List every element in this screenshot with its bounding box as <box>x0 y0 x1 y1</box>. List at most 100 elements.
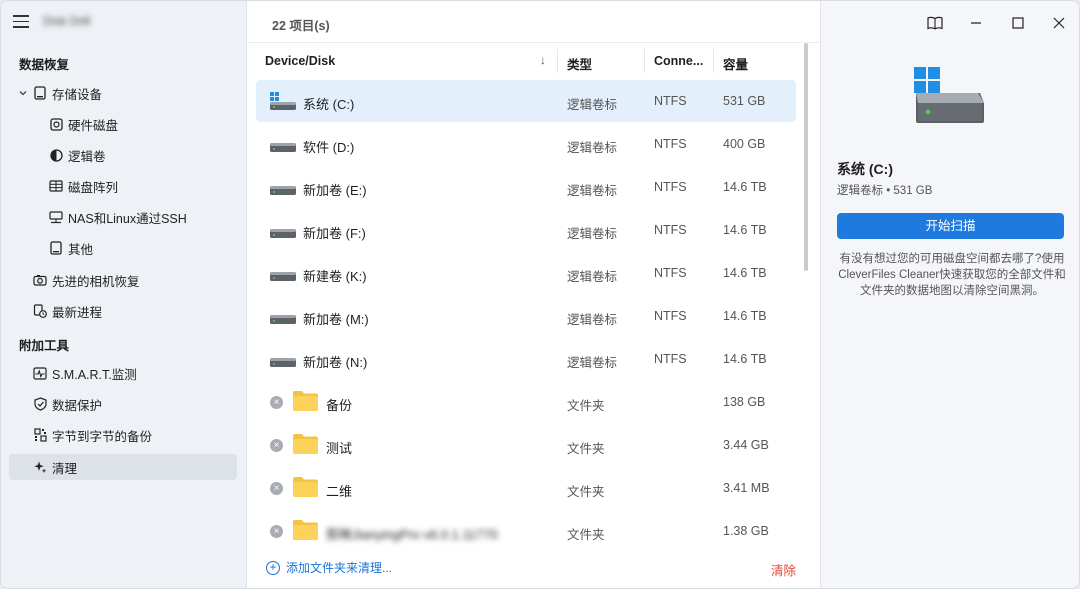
folder-size: 3.44 GB <box>723 438 769 452</box>
folder-name: 备份 <box>326 398 353 413</box>
selected-drive-name: 系统 (C:) <box>837 161 893 177</box>
table-row[interactable]: × 备份 文件夹 138 GB <box>256 381 796 423</box>
sidebar-item-label: 最新进程 <box>52 305 103 320</box>
drive-size: 400 GB <box>723 137 766 151</box>
table-row[interactable]: × 二维 文件夹 3.41 MB <box>256 467 796 509</box>
remove-folder-icon[interactable]: × <box>270 482 283 495</box>
sidebar-item-label: 硬件磁盘 <box>68 118 119 133</box>
column-connection[interactable]: Conne... <box>654 54 703 68</box>
minimize-icon[interactable] <box>964 11 988 35</box>
hamburger-menu-icon[interactable] <box>13 15 29 29</box>
maximize-icon[interactable] <box>1006 11 1030 35</box>
add-folder-link[interactable]: + 添加文件夹来清理... <box>266 559 392 576</box>
windows-drive-icon <box>270 92 296 110</box>
list-footer: + 添加文件夹来清理... 清除 <box>248 549 820 587</box>
table-row[interactable]: 新加卷 (M:) 逻辑卷标 NTFS 14.6 TB <box>256 295 796 337</box>
drive-name: 软件 (D:) <box>303 140 355 155</box>
table-row[interactable]: 新加卷 (N:) 逻辑卷标 NTFS 14.6 TB <box>256 338 796 380</box>
drive-size: 531 GB <box>723 94 766 108</box>
drive-filesystem: NTFS <box>654 180 687 194</box>
main-header: 22 项目(s) <box>248 1 820 43</box>
table-row[interactable]: 新建卷 (K:) 逻辑卷标 NTFS 14.6 TB <box>256 252 796 294</box>
drive-size: 14.6 TB <box>723 352 767 366</box>
section-tools-heading: 附加工具 <box>19 339 70 353</box>
sort-arrow-down-icon[interactable]: ↓ <box>540 53 546 67</box>
column-header-row: Device/Disk ↓ 类型 Conne... 容量 <box>248 43 808 79</box>
folder-icon <box>293 520 318 540</box>
selected-drive-info: 逻辑卷标 • 531 GB <box>837 185 933 197</box>
column-device[interactable]: Device/Disk <box>265 54 335 68</box>
scrollbar-thumb[interactable] <box>804 43 808 271</box>
sidebar-item-data-protection[interactable]: 数据保护 <box>33 391 102 417</box>
app-window: Disk Drill 数据恢复 存储设备 硬件磁盘 逻辑卷 磁盘阵列 NAS和L… <box>0 0 1080 589</box>
drive-name: 新加卷 (N:) <box>303 355 368 370</box>
folder-icon <box>293 477 318 497</box>
section-recovery-heading: 数据恢复 <box>19 58 70 72</box>
details-panel: 系统 (C:) 逻辑卷标 • 531 GB 开始扫描 有没有想过您的可用磁盘空间… <box>820 1 1079 588</box>
folder-icon <box>293 391 318 411</box>
sidebar-item-label: 清理 <box>52 461 78 476</box>
close-icon[interactable] <box>1047 11 1071 35</box>
drive-size: 14.6 TB <box>723 266 767 280</box>
table-row[interactable]: 新加卷 (F:) 逻辑卷标 NTFS 14.6 TB <box>256 209 796 251</box>
chevron-down-icon[interactable] <box>18 88 28 98</box>
column-divider[interactable] <box>713 49 714 73</box>
folder-type: 文件夹 <box>567 442 605 456</box>
remove-folder-icon[interactable]: × <box>270 525 283 538</box>
add-folder-label: 添加文件夹来清理... <box>286 561 393 575</box>
main-panel: 22 项目(s) Device/Disk ↓ 类型 Conne... 容量 系统… <box>248 1 820 588</box>
folder-size: 3.41 MB <box>723 481 770 495</box>
sidebar-item-other[interactable]: 其他 <box>49 235 93 261</box>
folder-type: 文件夹 <box>567 399 605 413</box>
sidebar-item-label: 字节到字节的备份 <box>52 429 153 444</box>
start-scan-button[interactable]: 开始扫描 <box>837 213 1064 239</box>
remove-folder-icon[interactable]: × <box>270 396 283 409</box>
column-divider[interactable] <box>557 49 558 73</box>
sidebar-header: Disk Drill <box>1 1 247 43</box>
folder-size: 1.38 GB <box>723 524 769 538</box>
table-row[interactable]: 新加卷 (E:) 逻辑卷标 NTFS 14.6 TB <box>256 166 796 208</box>
plus-circle-icon: + <box>266 560 280 575</box>
drive-icon <box>270 229 296 238</box>
sidebar-item-label: 其他 <box>68 242 94 257</box>
drive-icon <box>270 315 296 324</box>
folder-name: 剪映JianyingPro v6.0.1.11770 <box>326 527 498 542</box>
sidebar-item-label: 数据保护 <box>52 398 103 413</box>
sidebar-item-label: 存储设备 <box>52 87 103 102</box>
sidebar-item-camera-recovery[interactable]: 先进的相机恢复 <box>33 267 140 293</box>
sidebar-item-raid[interactable]: 磁盘阵列 <box>49 173 118 199</box>
drive-name: 新建卷 (K:) <box>303 269 367 284</box>
drive-name: 新加卷 (F:) <box>303 226 366 241</box>
remove-folder-icon[interactable]: × <box>270 439 283 452</box>
sidebar-item-nas-ssh[interactable]: NAS和Linux通过SSH <box>49 204 187 230</box>
column-type[interactable]: 类型 <box>567 54 592 73</box>
drive-name: 新加卷 (M:) <box>303 312 369 327</box>
sidebar-item-cleanup[interactable]: 清理 <box>9 454 237 480</box>
drive-filesystem: NTFS <box>654 94 687 108</box>
table-row[interactable]: 软件 (D:) 逻辑卷标 NTFS 400 GB <box>256 123 796 165</box>
sidebar-item-hard-disks[interactable]: 硬件磁盘 <box>49 111 118 137</box>
sidebar-item-storage[interactable]: 存储设备 <box>33 80 102 106</box>
drive-filesystem: NTFS <box>654 352 687 366</box>
sidebar-item-byte-backup[interactable]: 字节到字节的备份 <box>33 422 152 448</box>
column-size[interactable]: 容量 <box>723 54 748 73</box>
drive-type: 逻辑卷标 <box>567 184 618 198</box>
table-row[interactable]: × 测试 文件夹 3.44 GB <box>256 424 796 466</box>
sidebar-item-logical-volumes[interactable]: 逻辑卷 <box>49 142 106 168</box>
table-row[interactable]: 系统 (C:) 逻辑卷标 NTFS 531 GB <box>256 80 796 122</box>
folder-type: 文件夹 <box>567 528 605 542</box>
sidebar-item-label: 逻辑卷 <box>68 149 106 164</box>
column-divider[interactable] <box>644 49 645 73</box>
clear-button[interactable]: 清除 <box>771 560 796 579</box>
folder-name: 二维 <box>326 484 353 499</box>
drive-size: 14.6 TB <box>723 223 767 237</box>
drive-name: 系统 (C:) <box>303 97 355 112</box>
table-row[interactable]: × 剪映JianyingPro v6.0.1.11770 文件夹 1.38 GB <box>256 510 796 552</box>
drive-icon <box>270 272 296 281</box>
book-help-icon[interactable] <box>923 11 947 35</box>
sidebar-item-smart-monitor[interactable]: S.M.A.R.T.监测 <box>33 360 137 386</box>
drive-name: 新加卷 (E:) <box>303 183 367 198</box>
sidebar-item-recent-sessions[interactable]: 最新进程 <box>33 298 102 324</box>
drive-type: 逻辑卷标 <box>567 356 618 370</box>
item-count: 22 项目(s) <box>272 19 330 33</box>
